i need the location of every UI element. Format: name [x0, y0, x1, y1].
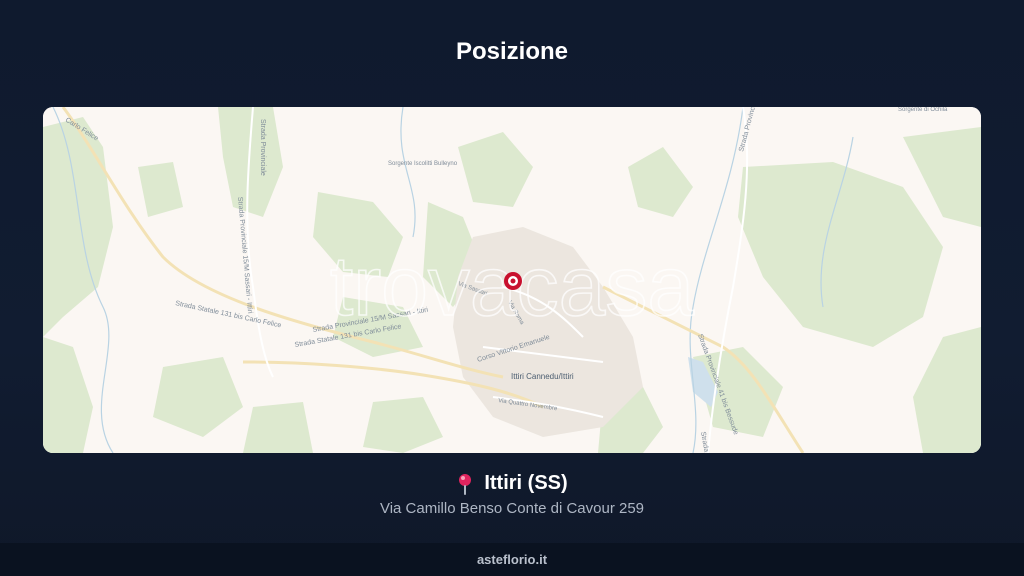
map-view[interactable]: Carlo Felice Strada Provinciale Strada P… — [43, 107, 981, 453]
footer: asteflorio.it — [0, 543, 1024, 576]
location-target-icon[interactable] — [504, 272, 522, 290]
map-label-sorgente-bulleyno: Sorgente Iscolitti Bulleyno — [388, 161, 458, 167]
location-name: Ittiri (SS) — [484, 472, 568, 494]
map-canvas[interactable]: Carlo Felice Strada Provinciale Strada P… — [43, 107, 981, 453]
map-pin-icon — [459, 473, 472, 495]
map-label-sorgente-right: Sorgente di Ochila — [898, 107, 948, 113]
map-label-sp-left: Strada Provinciale — [259, 119, 266, 176]
footer-site-link[interactable]: asteflorio.it — [477, 552, 547, 567]
location-address: Via Camillo Benso Conte di Cavour 259 — [379, 500, 645, 517]
location-row: Ittiri (SS) — [0, 472, 1024, 495]
map-label-town: Ittiri Cannedu/Ittiri — [511, 372, 574, 381]
page-title: Posizione — [455, 38, 569, 65]
